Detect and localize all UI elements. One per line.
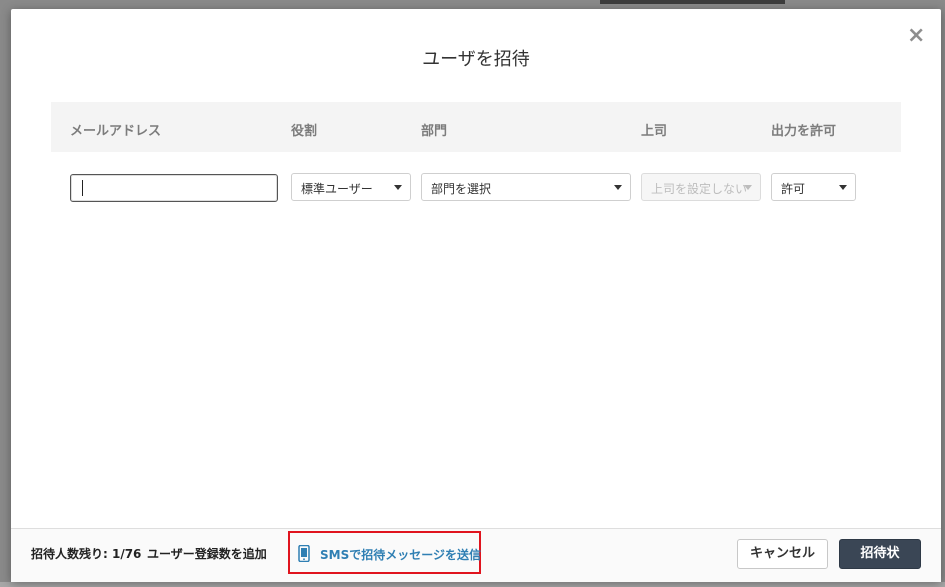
email-field[interactable]: [70, 174, 278, 202]
background-toolbar: [600, 0, 785, 4]
invite-button[interactable]: 招待状: [839, 539, 921, 569]
role-value: 標準ユーザー: [301, 182, 373, 196]
dialog-title: ユーザを招待: [422, 49, 530, 70]
department-value: 部門を選択: [431, 182, 492, 196]
chevron-down-icon: [614, 185, 622, 190]
header-department: 部門: [421, 124, 448, 139]
chevron-down-icon: [744, 185, 752, 190]
text-caret: [82, 180, 83, 196]
remaining-invites: 招待人数残り: 1/76: [31, 547, 142, 561]
export-permission-value: 許可: [781, 182, 806, 196]
manager-select: 上司を設定しない: [641, 173, 761, 201]
background-page: [0, 582, 945, 587]
chevron-down-icon: [394, 185, 402, 190]
sms-highlight-box: SMSで招待メッセージを送信: [288, 531, 481, 574]
invite-table-header: メールアドレス 役割 部門 上司 出力を許可: [51, 102, 901, 152]
invite-user-dialog: ユーザを招待 × メールアドレス 役割 部門 上司 出力を許可 標準ユーザー 部…: [11, 9, 941, 582]
phone-icon: [298, 544, 310, 566]
export-permission-select[interactable]: 許可: [771, 173, 856, 201]
header-export-permission: 出力を許可: [771, 124, 837, 139]
sms-link-label: SMSで招待メッセージを送信: [320, 548, 481, 562]
cancel-button[interactable]: キャンセル: [737, 539, 828, 569]
header-email: メールアドレス: [70, 124, 162, 139]
header-role: 役割: [291, 124, 318, 139]
manager-value: 上司を設定しない: [651, 182, 748, 196]
role-select[interactable]: 標準ユーザー: [291, 173, 411, 201]
chevron-down-icon: [839, 185, 847, 190]
header-manager: 上司: [641, 124, 668, 139]
add-registrations-link[interactable]: ユーザー登録数を追加: [147, 545, 267, 562]
dialog-footer: 招待人数残り: 1/76 ユーザー登録数を追加 SMSで招待メッセージを送信 キ…: [11, 528, 941, 582]
close-icon[interactable]: ×: [907, 25, 925, 47]
department-select[interactable]: 部門を選択: [421, 173, 631, 201]
